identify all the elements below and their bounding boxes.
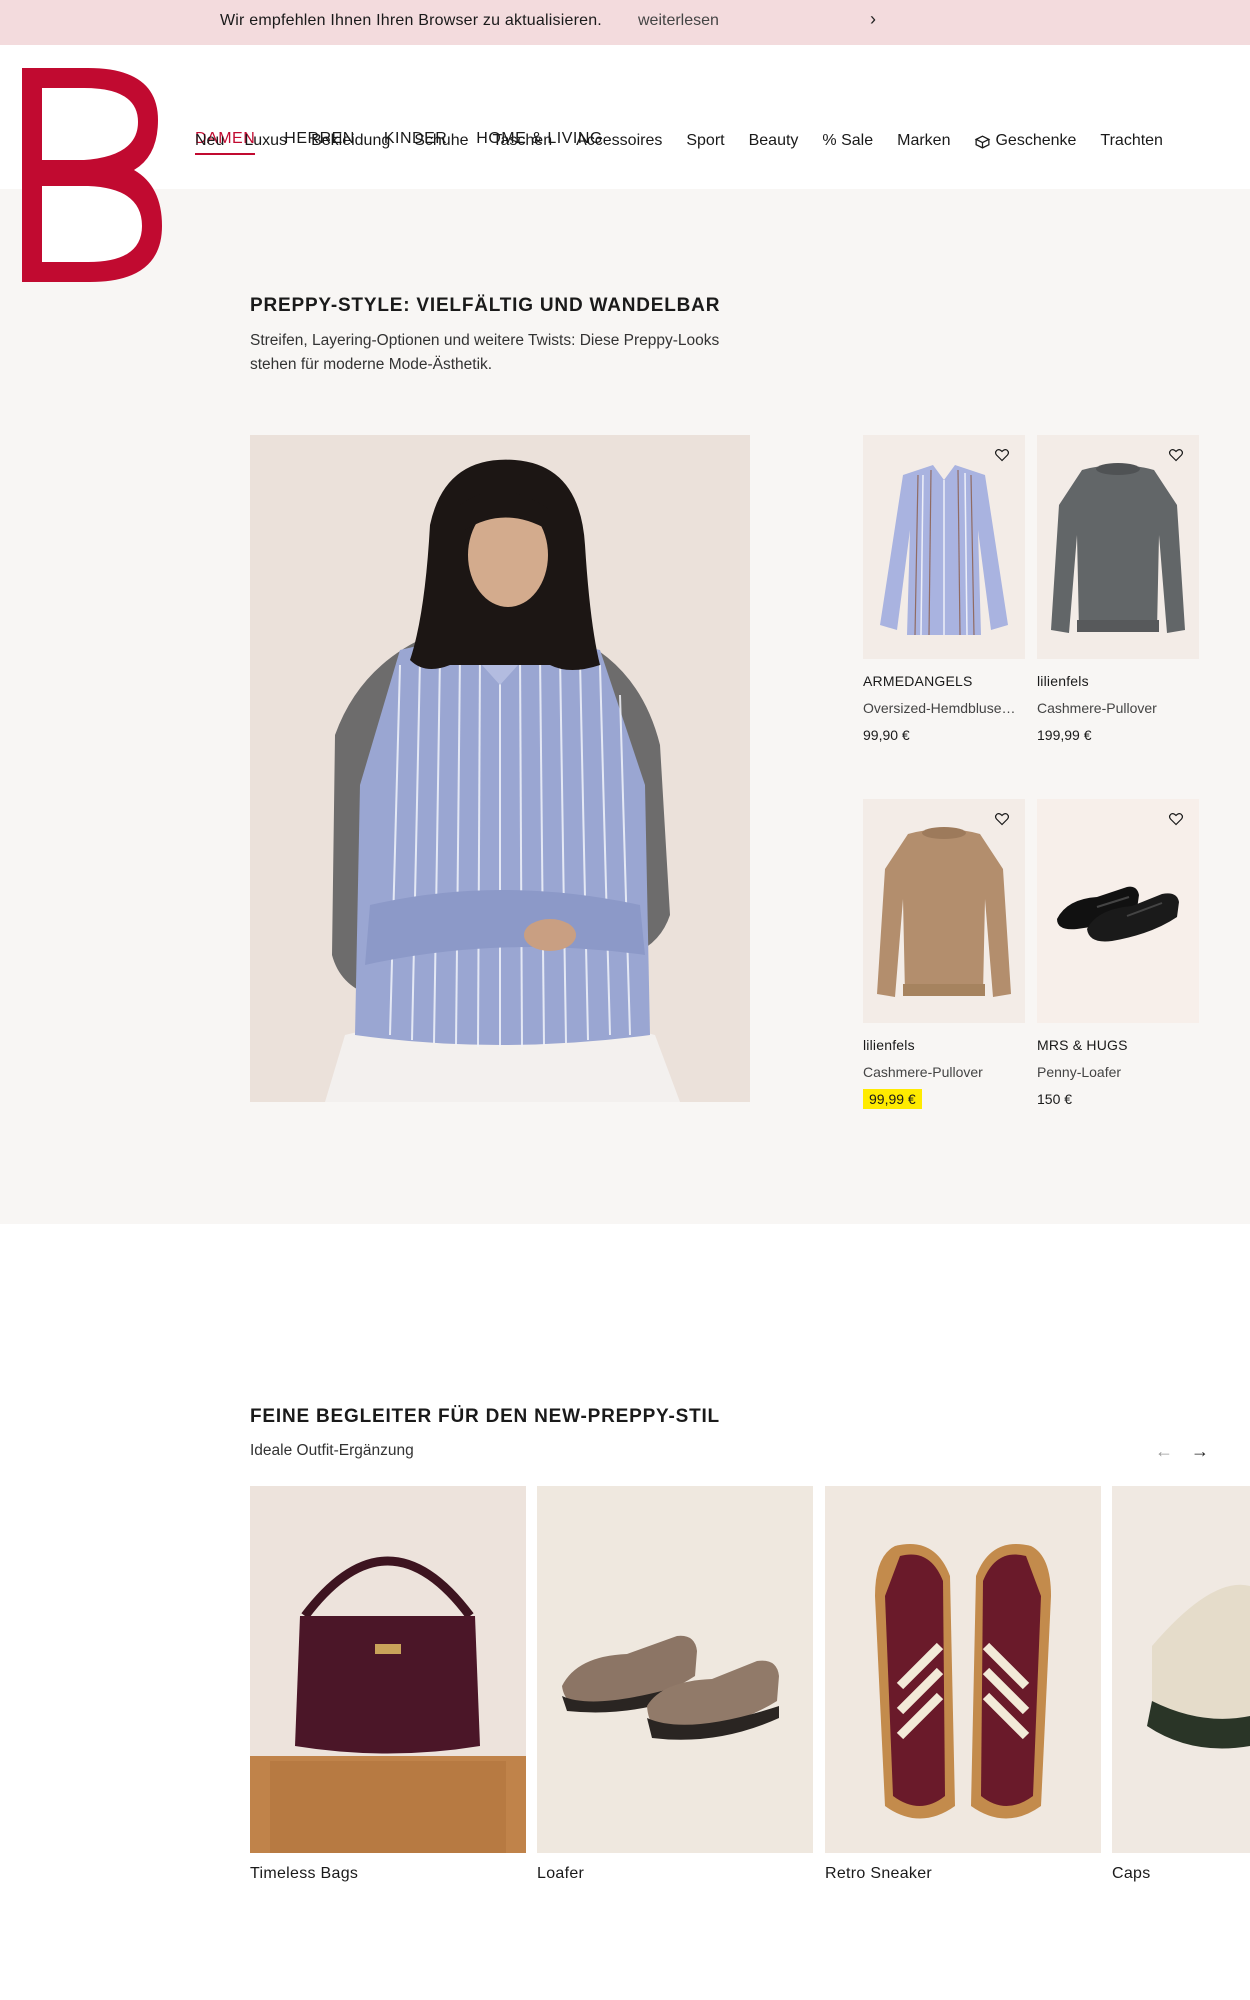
tile-image[interactable] xyxy=(250,1486,526,1853)
subnav-geschenke-label: Geschenke xyxy=(995,132,1077,149)
banner-text: Wir empfehlen Ihnen Ihren Browser zu akt… xyxy=(220,12,602,29)
subnav-sport[interactable]: Sport xyxy=(686,132,724,150)
chevron-right-icon[interactable]: › xyxy=(870,9,876,30)
section2-subtitle: Ideale Outfit-Ergänzung xyxy=(250,1442,414,1459)
model-photo xyxy=(250,435,750,1102)
subnav-sale[interactable]: % Sale xyxy=(822,132,873,150)
section2-title: FEINE BEGLEITER FÜR DEN NEW-PREPPY-STIL xyxy=(250,1406,720,1427)
carousel-next-arrow-icon[interactable]: → xyxy=(1191,1441,1209,1462)
product-price: 150 € xyxy=(1037,1091,1073,1107)
striped-shirt-image xyxy=(863,435,1025,659)
product-card[interactable]: lilienfels Cashmere-Pullover 199,99 € xyxy=(1037,435,1199,743)
cap-image xyxy=(1112,1486,1250,1853)
subnav-bekleidung[interactable]: Bekleidung xyxy=(311,132,390,150)
product-brand: ARMEDANGELS xyxy=(863,673,973,689)
wishlist-heart-icon[interactable] xyxy=(1168,811,1184,827)
bag-image xyxy=(250,1486,526,1853)
product-brand: MRS & HUGS xyxy=(1037,1037,1128,1053)
tile-label: Retro Sneaker xyxy=(825,1865,933,1882)
product-brand: lilienfels xyxy=(863,1037,915,1053)
product-name: Penny-Loafer xyxy=(1037,1064,1122,1080)
product-price: 99,90 € xyxy=(863,727,910,743)
subnav-geschenke[interactable]: Geschenke xyxy=(974,132,1076,150)
carousel-tile[interactable]: Caps xyxy=(1112,1486,1250,1883)
section-description: Streifen, Layering-Optionen und weitere … xyxy=(250,332,720,373)
product-card[interactable]: lilienfels Cashmere-Pullover 99,99 € xyxy=(863,799,1025,1109)
sale-price-label: 99,99 € xyxy=(863,1089,922,1109)
product-image[interactable] xyxy=(1037,435,1199,659)
camel-pullover-image xyxy=(863,799,1025,1023)
product-price-sale: 99,99 € xyxy=(863,1089,1025,1109)
product-name: Cashmere-Pullover xyxy=(863,1064,983,1080)
product-image[interactable] xyxy=(863,435,1025,659)
subnav-luxus[interactable]: Luxus xyxy=(244,132,287,150)
carousel-prev-arrow-icon[interactable]: ← xyxy=(1155,1441,1173,1462)
tile-image[interactable] xyxy=(537,1486,813,1853)
tile-label: Loafer xyxy=(537,1865,585,1882)
subnav-accessoires[interactable]: Accessoires xyxy=(576,132,662,150)
product-image[interactable] xyxy=(1037,799,1199,1023)
retro-sneaker-image xyxy=(825,1486,1101,1853)
product-image[interactable] xyxy=(863,799,1025,1023)
product-name: Cashmere-Pullover xyxy=(1037,700,1157,716)
hero-model-image[interactable] xyxy=(250,435,750,1102)
banner-read-more-link[interactable]: weiterlesen xyxy=(638,12,719,30)
subnav-trachten[interactable]: Trachten xyxy=(1100,132,1163,150)
subnav-neu[interactable]: Neu xyxy=(195,132,224,150)
wishlist-heart-icon[interactable] xyxy=(994,447,1010,463)
carousel-tile[interactable]: Retro Sneaker xyxy=(825,1486,1101,1883)
tile-image[interactable] xyxy=(1112,1486,1250,1853)
product-card[interactable]: MRS & HUGS Penny-Loafer 150 € xyxy=(1037,799,1199,1107)
tile-label: Caps xyxy=(1112,1865,1151,1882)
wishlist-heart-icon[interactable] xyxy=(994,811,1010,827)
penny-loafer-image xyxy=(1037,799,1199,1023)
tile-label: Timeless Bags xyxy=(250,1865,359,1882)
section-title: PREPPY-STYLE: VIELFÄLTIG UND WANDELBAR xyxy=(250,295,721,316)
site-header: DAMEN HERREN KINDER HOME & LIVING xyxy=(0,45,1250,189)
carousel-tile[interactable]: Loafer xyxy=(537,1486,813,1883)
tile-image[interactable] xyxy=(825,1486,1101,1853)
product-price: 199,99 € xyxy=(1037,727,1092,743)
gift-icon xyxy=(975,134,991,149)
subnav-schuhe[interactable]: Schuhe xyxy=(414,132,468,150)
grey-pullover-image xyxy=(1037,435,1199,659)
product-brand: lilienfels xyxy=(1037,673,1089,689)
subnav-marken[interactable]: Marken xyxy=(897,132,950,150)
preppy-style-section: PREPPY-STYLE: VIELFÄLTIG UND WANDELBAR S… xyxy=(0,189,1250,1224)
product-card[interactable]: ARMEDANGELS Oversized-Hemdbluse… 99,90 € xyxy=(863,435,1025,743)
subnav-taschen[interactable]: Taschen xyxy=(493,132,553,150)
wishlist-heart-icon[interactable] xyxy=(1168,447,1184,463)
loafer-image xyxy=(537,1486,813,1853)
update-browser-banner: Wir empfehlen Ihnen Ihren Browser zu akt… xyxy=(0,0,1250,45)
subnav-beauty[interactable]: Beauty xyxy=(749,132,799,150)
carousel-tile[interactable]: Timeless Bags xyxy=(250,1486,526,1883)
category-navigation: Neu Luxus Bekleidung Schuhe Taschen Acce… xyxy=(195,132,1163,150)
breuninger-logo[interactable] xyxy=(22,68,162,282)
product-name: Oversized-Hemdbluse… xyxy=(863,700,1016,716)
